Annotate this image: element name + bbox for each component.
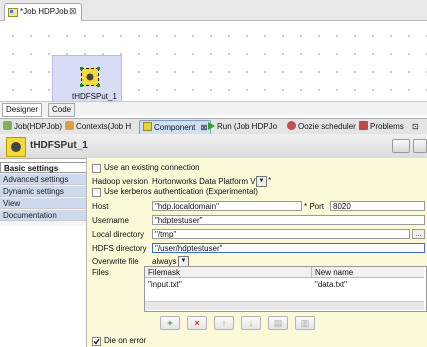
- browse-button[interactable]: …: [412, 229, 425, 239]
- tab-label: Component: [154, 123, 196, 132]
- problems-icon: [359, 121, 368, 130]
- minimize-icon[interactable]: ⊡: [412, 120, 419, 134]
- component-label: tHDFSPut_1: [72, 92, 117, 101]
- toggle-view-button[interactable]: [392, 139, 410, 153]
- local-directory-label: Local directory: [92, 230, 145, 239]
- tab-label: Oozie scheduler: [298, 122, 356, 131]
- new-name-cell[interactable]: "data.txt": [315, 280, 347, 289]
- nav-basic-settings[interactable]: Basic settings: [0, 162, 86, 173]
- job-editor-tab[interactable]: *Job HDPJob ⊠: [4, 3, 82, 21]
- tab-code[interactable]: Code: [48, 103, 76, 117]
- close-icon[interactable]: ⊠: [69, 6, 77, 17]
- host-label: Host: [92, 202, 109, 211]
- paste-row-button[interactable]: ▥: [295, 316, 315, 330]
- overwrite-file-label: Overwrite file: [92, 257, 139, 266]
- use-kerberos-checkbox[interactable]: [92, 188, 101, 197]
- tab-run[interactable]: Run (Job HDPJo: [208, 120, 277, 134]
- oozie-icon: [287, 121, 296, 130]
- component-icon: [143, 122, 152, 131]
- elephant-icon: [86, 73, 94, 81]
- tab-contexts[interactable]: Contexts(Job H: [65, 120, 131, 134]
- hdfs-directory-input[interactable]: "/user/hdptestuser": [152, 243, 425, 253]
- username-input[interactable]: "hdptestuser": [152, 215, 425, 225]
- tab-label: Problems: [370, 122, 404, 131]
- run-icon: [208, 122, 215, 130]
- job-icon: [8, 8, 18, 17]
- die-on-error-checkbox[interactable]: [92, 337, 101, 346]
- column-header-new-name[interactable]: New name: [312, 267, 424, 278]
- tab-job[interactable]: Job(HDPJob): [3, 120, 62, 134]
- editor-tab-bar: *Job HDPJob ⊠: [0, 0, 427, 21]
- move-down-button[interactable]: ↓: [241, 316, 261, 330]
- host-input[interactable]: "hdp.localdomain": [152, 201, 302, 211]
- designer-code-bar: Designer Code: [0, 101, 427, 117]
- hdfs-put-component-icon[interactable]: [80, 67, 100, 87]
- hadoop-version-select[interactable]: Hortonworks Data Platform V1: [152, 177, 260, 186]
- table-scrollbar[interactable]: [145, 301, 424, 310]
- nav-dynamic-settings[interactable]: Dynamic settings: [0, 186, 86, 197]
- required-asterisk: *: [268, 176, 272, 185]
- nav-documentation[interactable]: Documentation: [0, 210, 86, 221]
- overwrite-file-select[interactable]: always: [152, 257, 176, 266]
- hdfs-directory-label: HDFS directory: [92, 244, 147, 253]
- tab-designer[interactable]: Designer: [2, 103, 43, 117]
- username-label: Username: [92, 216, 129, 225]
- die-on-error-label: Die on error: [104, 336, 147, 345]
- hadoop-version-label: Hadoop version: [92, 177, 149, 186]
- editor-tab-label: *Job HDPJob: [20, 7, 69, 16]
- files-table: Filemask New name "input.txt" "data.txt": [144, 266, 427, 312]
- design-canvas[interactable]: tHDFSPut_1: [0, 21, 427, 111]
- local-directory-input[interactable]: "/tmp": [152, 229, 410, 239]
- column-header-filemask[interactable]: Filemask: [145, 267, 312, 278]
- tab-component[interactable]: Component ⊠: [139, 120, 212, 135]
- settings-nav: Basic settings Advanced settings Dynamic…: [0, 162, 86, 226]
- nav-advanced-settings[interactable]: Advanced settings: [0, 174, 86, 185]
- port-input[interactable]: 8020: [330, 201, 425, 211]
- files-label: Files: [92, 268, 109, 277]
- nav-view[interactable]: View: [0, 198, 86, 209]
- hdfs-put-icon: [6, 137, 26, 157]
- job-icon: [3, 121, 12, 130]
- chevron-down-icon[interactable]: ▼: [256, 176, 267, 187]
- more-button[interactable]: [413, 139, 427, 153]
- move-up-button[interactable]: ↑: [214, 316, 234, 330]
- use-existing-connection-checkbox[interactable]: [92, 164, 101, 173]
- port-label: * Port: [304, 202, 325, 211]
- tab-problems[interactable]: Problems: [359, 120, 404, 134]
- close-icon[interactable]: ⊠: [201, 123, 208, 132]
- tab-label: Contexts(Job H: [76, 122, 132, 131]
- filemask-cell[interactable]: "input.txt": [148, 280, 182, 289]
- copy-row-button[interactable]: ▤: [268, 316, 288, 330]
- tab-label: Run (Job HDPJo: [217, 122, 278, 131]
- tab-oozie[interactable]: Oozie scheduler: [287, 120, 356, 134]
- checkmark-icon: [93, 338, 100, 345]
- component-title: tHDFSPut_1: [30, 140, 88, 151]
- component-header: tHDFSPut_1: [0, 134, 427, 159]
- use-existing-connection-label: Use an existing connection: [104, 163, 200, 172]
- remove-row-button[interactable]: ×: [187, 316, 207, 330]
- add-row-button[interactable]: +: [160, 316, 180, 330]
- contexts-icon: [65, 121, 74, 130]
- tab-label: Job(HDPJob): [14, 122, 63, 131]
- use-kerberos-label: Use kerberos authentication (Experimenta…: [104, 187, 258, 196]
